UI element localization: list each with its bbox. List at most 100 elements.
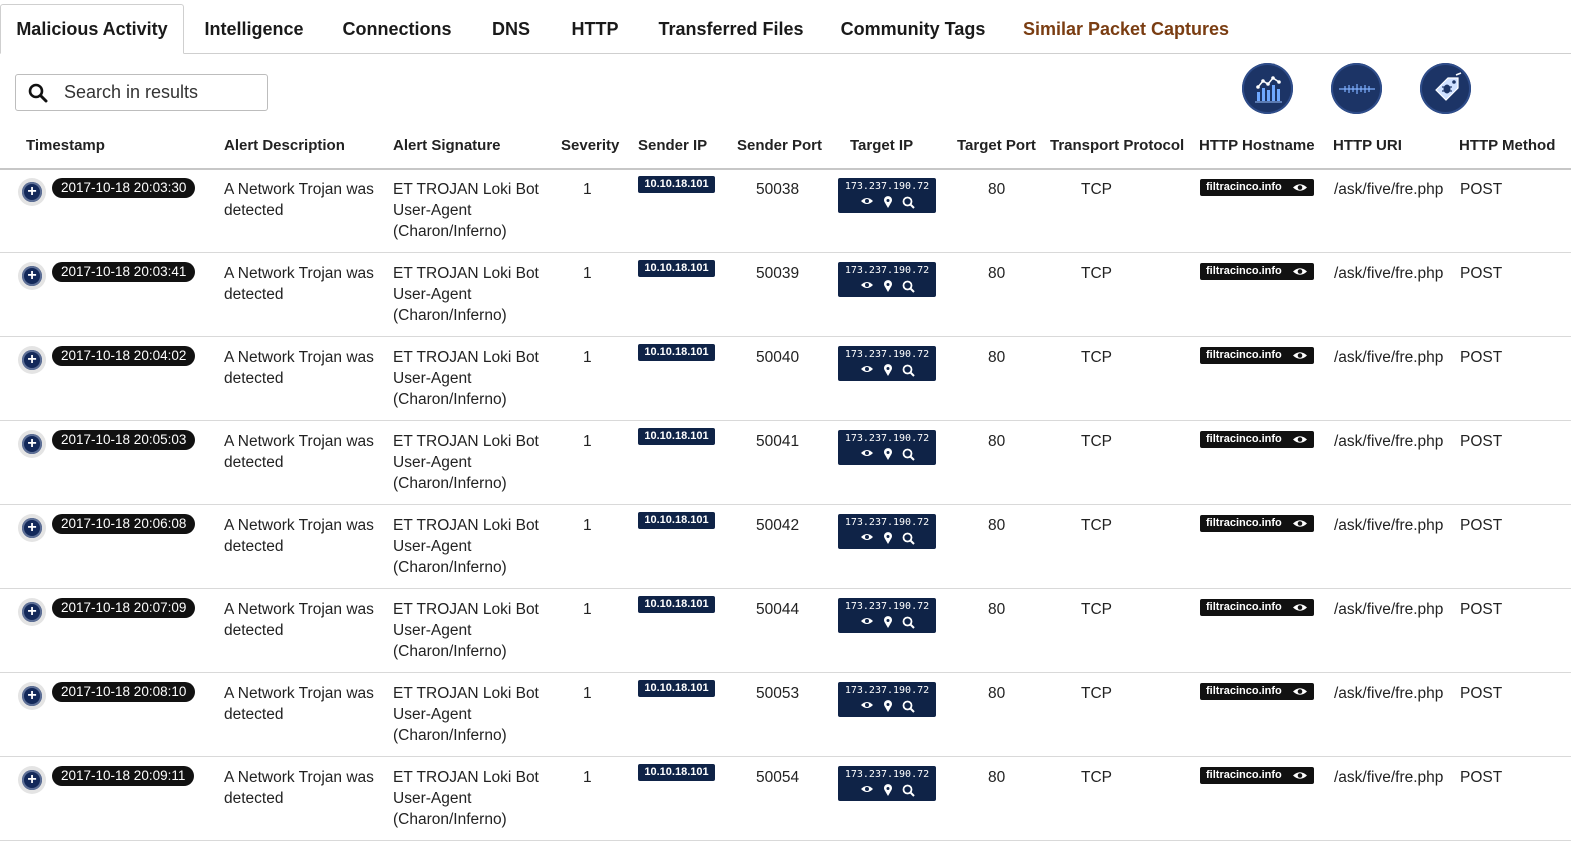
column-header-sender-port[interactable]: Sender Port: [737, 126, 822, 166]
tab-community-tags[interactable]: Community Tags: [833, 4, 993, 54]
column-header-transport-protocol[interactable]: Transport Protocol: [1050, 126, 1184, 166]
http-method-value: POST: [1460, 769, 1503, 786]
column-header-sender-ip[interactable]: Sender IP: [638, 126, 707, 166]
search-box[interactable]: [15, 74, 268, 111]
sender-ip-badge[interactable]: 10.10.18.101: [638, 764, 715, 781]
target-ip-badge[interactable]: 173.237.190.72: [838, 682, 936, 717]
map-pin-icon[interactable]: [883, 700, 893, 713]
search-icon[interactable]: [902, 364, 915, 377]
search-icon[interactable]: [902, 616, 915, 629]
eye-icon[interactable]: [1292, 266, 1308, 277]
plus-icon: +: [22, 350, 42, 370]
sender-ip-badge[interactable]: 10.10.18.101: [638, 680, 715, 697]
target-ip-badge[interactable]: 173.237.190.72: [838, 262, 936, 297]
map-pin-icon[interactable]: [883, 196, 893, 209]
sender-port-value: 50053: [756, 685, 800, 702]
column-header-severity[interactable]: Severity: [561, 126, 619, 166]
eye-icon[interactable]: [1292, 770, 1308, 781]
expand-row-button[interactable]: +: [18, 598, 46, 626]
http-hostname-badge[interactable]: filtracinco.info: [1200, 767, 1314, 784]
sender-ip-badge[interactable]: 10.10.18.101: [638, 512, 715, 529]
expand-row-button[interactable]: +: [18, 262, 46, 290]
eye-icon[interactable]: [1292, 182, 1308, 193]
eye-icon[interactable]: [860, 280, 874, 290]
search-icon[interactable]: [902, 448, 915, 461]
sender-ip-badge[interactable]: 10.10.18.101: [638, 344, 715, 361]
eye-icon[interactable]: [860, 364, 874, 374]
map-pin-icon[interactable]: [883, 784, 893, 797]
search-icon[interactable]: [902, 196, 915, 209]
expand-row-button[interactable]: +: [18, 514, 46, 542]
map-pin-icon[interactable]: [883, 280, 893, 293]
column-header-http-hostname[interactable]: HTTP Hostname: [1199, 126, 1315, 166]
column-header-timestamp[interactable]: Timestamp: [26, 126, 105, 166]
tab-intelligence[interactable]: Intelligence: [196, 4, 312, 54]
tab-connections[interactable]: Connections: [334, 4, 460, 54]
target-ip-badge[interactable]: 173.237.190.72: [838, 346, 936, 381]
eye-icon[interactable]: [1292, 434, 1308, 445]
http-hostname-badge[interactable]: filtracinco.info: [1200, 515, 1314, 532]
search-icon[interactable]: [902, 280, 915, 293]
expand-row-button[interactable]: +: [18, 682, 46, 710]
sender-port-value: 50039: [756, 265, 800, 282]
http-hostname-badge[interactable]: filtracinco.info: [1200, 263, 1314, 280]
tab-http[interactable]: HTTP: [562, 4, 628, 54]
http-hostname-badge[interactable]: filtracinco.info: [1200, 347, 1314, 364]
column-header-alert-description[interactable]: Alert Description: [224, 126, 345, 166]
eye-icon[interactable]: [860, 532, 874, 542]
http-hostname-badge[interactable]: filtracinco.info: [1200, 179, 1314, 196]
search-icon[interactable]: [902, 700, 915, 713]
column-header-http-uri[interactable]: HTTP URI: [1333, 126, 1402, 166]
http-hostname-badge[interactable]: filtracinco.info: [1200, 683, 1314, 700]
sender-ip-badge[interactable]: 10.10.18.101: [638, 428, 715, 445]
search-icon[interactable]: [902, 784, 915, 797]
tag-button[interactable]: [1420, 63, 1471, 114]
eye-icon[interactable]: [1292, 518, 1308, 529]
column-header-alert-signature[interactable]: Alert Signature: [393, 126, 501, 166]
eye-icon[interactable]: [860, 784, 874, 794]
map-pin-icon[interactable]: [883, 532, 893, 545]
severity-value: 1: [583, 433, 592, 450]
eye-icon[interactable]: [1292, 686, 1308, 697]
expand-row-button[interactable]: +: [18, 766, 46, 794]
target-ip-badge[interactable]: 173.237.190.72: [838, 514, 936, 549]
eye-icon[interactable]: [1292, 350, 1308, 361]
map-pin-icon[interactable]: [883, 448, 893, 461]
tab-malicious-activity[interactable]: Malicious Activity: [0, 4, 184, 54]
eye-icon[interactable]: [860, 700, 874, 710]
alert-signature: ET TROJAN Loki Bot User-Agent (Charon/Infe…: [393, 515, 539, 578]
map-pin-icon[interactable]: [883, 616, 893, 629]
search-icon[interactable]: [902, 532, 915, 545]
transport-protocol-value: TCP: [1081, 601, 1112, 618]
analytics-button[interactable]: [1242, 63, 1293, 114]
map-pin-icon[interactable]: [883, 364, 893, 377]
target-ip-badge[interactable]: 173.237.190.72: [838, 430, 936, 465]
expand-row-button[interactable]: +: [18, 178, 46, 206]
sender-ip-badge[interactable]: 10.10.18.101: [638, 176, 715, 193]
target-ip-badge[interactable]: 173.237.190.72: [838, 598, 936, 633]
waveform-button[interactable]: [1331, 63, 1382, 114]
eye-icon[interactable]: [860, 616, 874, 626]
plus-icon: +: [22, 602, 42, 622]
column-header-target-ip[interactable]: Target IP: [850, 126, 913, 166]
expand-row-button[interactable]: +: [18, 346, 46, 374]
eye-icon[interactable]: [860, 448, 874, 458]
column-header-http-method[interactable]: HTTP Method: [1459, 126, 1555, 166]
search-input[interactable]: [62, 81, 246, 104]
alert-description-line: A Network Trojan was: [224, 181, 374, 198]
column-header-target-port[interactable]: Target Port: [957, 126, 1036, 166]
http-hostname-badge[interactable]: filtracinco.info: [1200, 431, 1314, 448]
expand-row-button[interactable]: +: [18, 430, 46, 458]
http-hostname-badge[interactable]: filtracinco.info: [1200, 599, 1314, 616]
sender-ip-badge[interactable]: 10.10.18.101: [638, 260, 715, 277]
target-ip-badge[interactable]: 173.237.190.72: [838, 766, 936, 801]
sender-ip-badge[interactable]: 10.10.18.101: [638, 596, 715, 613]
tab-similar-packet-captures[interactable]: Similar Packet Captures: [1016, 4, 1236, 54]
tab-transferred-files[interactable]: Transferred Files: [651, 4, 811, 54]
eye-icon[interactable]: [1292, 602, 1308, 613]
tab-dns[interactable]: DNS: [483, 4, 539, 54]
table-row: +2017-10-18 20:09:11 A Network Trojan was…: [0, 756, 1571, 841]
eye-icon[interactable]: [860, 196, 874, 206]
target-ip-badge[interactable]: 173.237.190.72: [838, 178, 936, 213]
alert-description: A Network Trojan was detected: [224, 431, 374, 473]
